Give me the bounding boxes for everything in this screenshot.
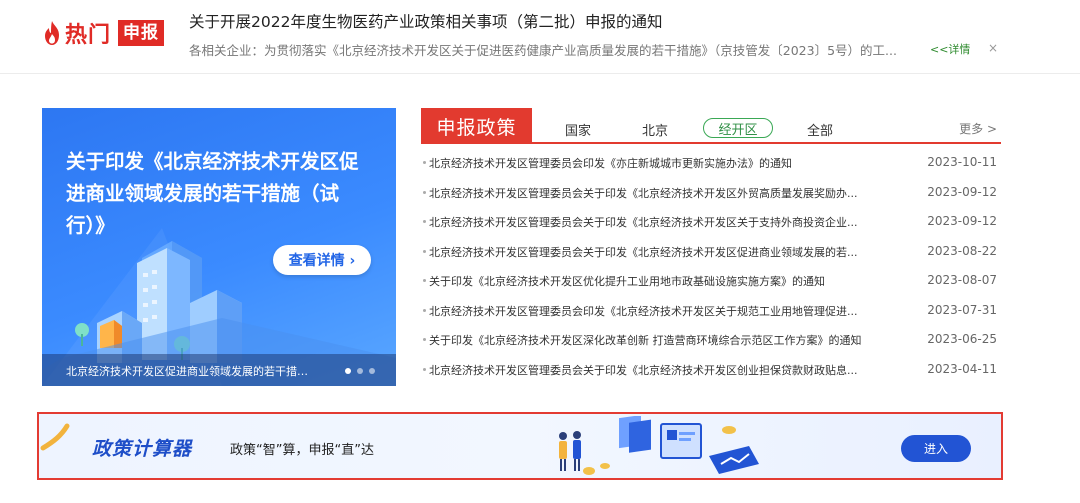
bullet-icon bbox=[423, 367, 426, 371]
tab-national[interactable]: 国家 bbox=[565, 120, 591, 139]
calculator-slogan: 政策“智”算，申报“直”达 bbox=[230, 443, 374, 458]
tab-beijing[interactable]: 北京 bbox=[642, 120, 668, 139]
list-item-date: 2023-10-11 bbox=[927, 155, 997, 169]
bullet-icon bbox=[423, 161, 426, 164]
list-item-date: 2023-08-07 bbox=[927, 273, 997, 287]
policy-calculator-banner[interactable]: 政策计算器 政策“智”算，申报“直”达 进入 bbox=[37, 412, 1003, 480]
list-item[interactable]: 北京经济技术开发区管理委员会印发《北京经济技术开发区关于规范工业用地管理促进..… bbox=[421, 296, 1001, 326]
calculator-title: 政策计算器 bbox=[92, 438, 193, 460]
list-item[interactable]: 关于印发《北京经济技术开发区深化改革创新 打造营商环境综合示范区工作方案》的通知… bbox=[421, 325, 1001, 355]
carousel-indicators bbox=[345, 368, 375, 374]
list-item-title[interactable]: 北京经济技术开发区管理委员会关于印发《北京经济技术开发区创业担保贷款财政贴息..… bbox=[429, 362, 884, 378]
list-item-title[interactable]: 北京经济技术开发区管理委员会关于印发《北京经济技术开发区外贸高质量发展奖励办..… bbox=[429, 185, 884, 201]
bullet-icon bbox=[423, 279, 426, 282]
banner-carousel[interactable]: 关于印发《北京经济技术开发区促进商业领域发展的若干措施（试行）》 查看详情 › … bbox=[42, 108, 396, 386]
tab-development-zone[interactable]: 经开区 bbox=[703, 118, 773, 138]
hot-news-summary: 各相关企业：为贯彻落实《北京经济技术开发区关于促进医药健康产业高质量发展的若干措… bbox=[189, 43, 897, 58]
list-item-date: 2023-09-12 bbox=[927, 214, 997, 228]
policy-more-link[interactable]: 更多 > bbox=[959, 120, 997, 137]
list-item[interactable]: 北京经济技术开发区管理委员会关于印发《北京经济技术开发区创业担保贷款财政贴息..… bbox=[421, 355, 1001, 385]
list-item-date: 2023-09-12 bbox=[927, 184, 997, 199]
list-item[interactable]: 北京经济技术开发区管理委员会印发《亦庄新城城市更新实施办法》的通知 2023-10… bbox=[421, 148, 1001, 178]
hot-news-detail-link[interactable]: <<详情 bbox=[930, 41, 970, 57]
list-item-date: 2023-04-11 bbox=[927, 361, 997, 376]
list-item[interactable]: 北京经济技术开发区管理委员会关于印发《北京经济技术开发区关于支持外商投资企业..… bbox=[421, 207, 1001, 237]
bullet-icon bbox=[423, 308, 426, 312]
list-item[interactable]: 北京经济技术开发区管理委员会关于印发《北京经济技术开发区促进商业领域发展的若..… bbox=[421, 237, 1001, 267]
hot-badge: 申报 bbox=[118, 20, 165, 46]
office-illustration bbox=[559, 416, 759, 475]
carousel-dot[interactable] bbox=[345, 368, 351, 374]
policy-list: 北京经济技术开发区管理委员会印发《亦庄新城城市更新实施办法》的通知 2023-10… bbox=[421, 148, 1001, 384]
list-item-title[interactable]: 北京经济技术开发区管理委员会印发《亦庄新城城市更新实施办法》的通知 bbox=[429, 155, 884, 171]
banner-caption: 北京经济技术开发区促进商业领域发展的若干措施... bbox=[66, 365, 316, 378]
list-item[interactable]: 关于印发《北京经济技术开发区优化提升工业用地市政基础设施实施方案》的通知 2023… bbox=[421, 266, 1001, 296]
bullet-icon bbox=[423, 220, 426, 223]
hot-news-bar: 热门 申报 关于开展2022年度生物医药产业政策相关事项（第二批）申报的通知 各… bbox=[0, 0, 1080, 74]
tab-all[interactable]: 全部 bbox=[807, 120, 833, 139]
policy-heading: 申报政策 bbox=[421, 108, 532, 144]
list-item-title[interactable]: 关于印发《北京经济技术开发区优化提升工业用地市政基础设施实施方案》的通知 bbox=[429, 273, 884, 289]
enter-button[interactable]: 进入 bbox=[901, 435, 971, 462]
list-item-title[interactable]: 关于印发《北京经济技术开发区深化改革创新 打造营商环境综合示范区工作方案》的通知 bbox=[429, 332, 884, 348]
policy-panel: 申报政策 国家 北京 经开区 全部 更多 > 北京经济技术开发区管理委员会印发《… bbox=[421, 108, 1001, 386]
view-details-button[interactable]: 查看详情 › bbox=[273, 245, 371, 275]
flame-icon bbox=[45, 21, 59, 45]
hot-news-title[interactable]: 关于开展2022年度生物医药产业政策相关事项（第二批）申报的通知 bbox=[189, 10, 662, 32]
list-item-title[interactable]: 北京经济技术开发区管理委员会关于印发《北京经济技术开发区促进商业领域发展的若..… bbox=[429, 244, 884, 260]
bullet-icon bbox=[423, 190, 426, 194]
list-item[interactable]: 北京经济技术开发区管理委员会关于印发《北京经济技术开发区外贸高质量发展奖励办..… bbox=[421, 178, 1001, 208]
hot-label: 热门 bbox=[65, 23, 112, 48]
carousel-dot[interactable] bbox=[357, 368, 363, 374]
hot-logo: 热门 申报 bbox=[42, 18, 165, 48]
list-item-title[interactable]: 北京经济技术开发区管理委员会关于印发《北京经济技术开发区关于支持外商投资企业..… bbox=[429, 214, 884, 230]
list-item-date: 2023-06-25 bbox=[927, 332, 997, 346]
bullet-icon bbox=[423, 249, 426, 253]
list-item-date: 2023-08-22 bbox=[927, 243, 997, 258]
bullet-icon bbox=[423, 338, 426, 341]
banner-title: 关于印发《北京经济技术开发区促进商业领域发展的若干措施（试行）》 bbox=[66, 150, 359, 237]
list-item-date: 2023-07-31 bbox=[927, 302, 997, 317]
close-icon[interactable]: × bbox=[988, 41, 998, 55]
banner-caption-bar: 北京经济技术开发区促进商业领域发展的若干措施... bbox=[42, 354, 396, 386]
list-item-title[interactable]: 北京经济技术开发区管理委员会印发《北京经济技术开发区关于规范工业用地管理促进..… bbox=[429, 303, 884, 319]
policy-tabs: 申报政策 国家 北京 经开区 全部 更多 > bbox=[421, 108, 1001, 144]
carousel-dot[interactable] bbox=[369, 368, 375, 374]
swoosh-decoration bbox=[40, 423, 70, 451]
